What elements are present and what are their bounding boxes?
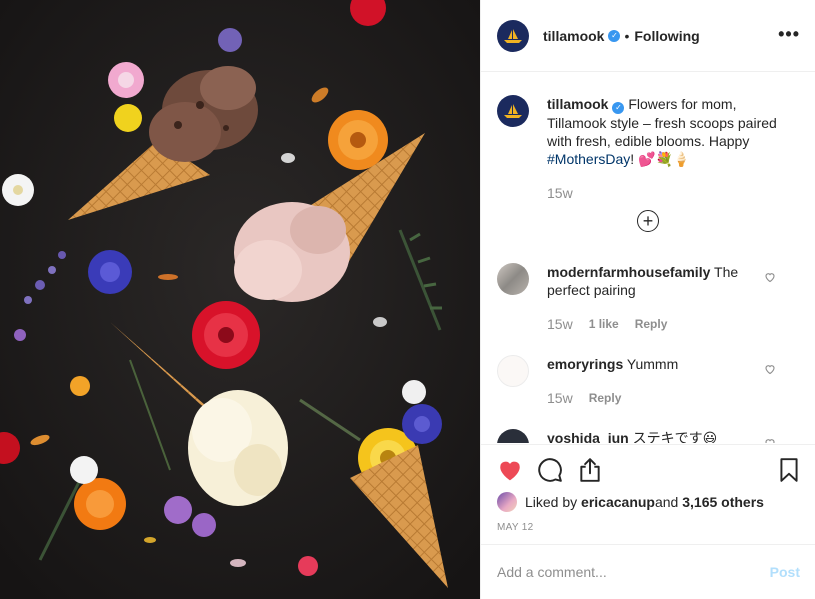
comments-list[interactable]: tillamook ✓ Flowers for mom, Tillamook st… bbox=[481, 73, 815, 443]
comment-item: modernfarmhousefamily The perfect pairin… bbox=[497, 263, 800, 333]
caption-username[interactable]: tillamook bbox=[547, 96, 608, 112]
tillamook-logo-icon bbox=[504, 104, 522, 118]
heart-icon[interactable] bbox=[764, 271, 776, 283]
verified-badge-icon: ✓ bbox=[612, 102, 625, 114]
comment-meta: 15w 1 like Reply bbox=[547, 315, 767, 333]
comment-body: yoshida_jun ステキです😃 bbox=[547, 429, 767, 443]
caption-author-avatar[interactable] bbox=[497, 95, 529, 127]
instagram-post-modal: tillamook ✓ • Following ••• tillamook ✓ F… bbox=[0, 0, 815, 599]
caption-body: tillamook ✓ Flowers for mom, Tillamook st… bbox=[547, 95, 799, 202]
heart-icon[interactable] bbox=[764, 437, 776, 443]
commenter-avatar[interactable] bbox=[497, 263, 529, 295]
comment-body: modernfarmhousefamily The perfect pairin… bbox=[547, 263, 767, 333]
comment-username[interactable]: modernfarmhousefamily bbox=[547, 264, 710, 280]
author-avatar[interactable] bbox=[497, 19, 529, 52]
liker-avatar[interactable] bbox=[497, 492, 517, 512]
comment-text: Yummm bbox=[623, 356, 679, 372]
author-username[interactable]: tillamook bbox=[543, 28, 604, 44]
comment-text: ステキです😃 bbox=[628, 430, 718, 443]
heart-icon[interactable] bbox=[497, 457, 523, 483]
separator-dot: • bbox=[624, 27, 630, 44]
following-button[interactable]: Following bbox=[634, 28, 699, 44]
add-circle-icon[interactable]: + bbox=[637, 210, 659, 232]
likes-others-link[interactable]: 3,165 others bbox=[682, 494, 764, 510]
comment-username[interactable]: yoshida_jun bbox=[547, 430, 629, 443]
caption-text-end: ! 💕💐🍦 bbox=[630, 151, 691, 167]
more-options-icon[interactable]: ••• bbox=[778, 24, 800, 45]
reply-button[interactable]: Reply bbox=[635, 315, 668, 333]
heart-icon[interactable] bbox=[764, 363, 776, 375]
commenter-avatar[interactable] bbox=[497, 429, 529, 443]
comment-item: emoryrings Yummm 15w Reply bbox=[497, 355, 800, 407]
tillamook-logo-icon bbox=[504, 28, 522, 43]
comment-icon[interactable] bbox=[537, 457, 563, 483]
add-comment-bar: Post bbox=[481, 544, 815, 599]
comment-meta: 15w Reply bbox=[547, 389, 767, 407]
add-comment-input[interactable] bbox=[497, 564, 770, 580]
post-header: tillamook ✓ • Following ••• bbox=[481, 0, 815, 72]
hashtag-link[interactable]: #MothersDay bbox=[547, 151, 630, 167]
reply-button[interactable]: Reply bbox=[589, 389, 622, 407]
commenter-avatar[interactable] bbox=[497, 355, 529, 387]
comment-time[interactable]: 15w bbox=[547, 389, 573, 407]
liked-by-user[interactable]: ericacanup bbox=[581, 494, 655, 510]
share-icon[interactable] bbox=[577, 457, 603, 483]
comment-username[interactable]: emoryrings bbox=[547, 356, 623, 372]
verified-badge-icon: ✓ bbox=[608, 29, 621, 42]
caption: tillamook ✓ Flowers for mom, Tillamook st… bbox=[497, 95, 800, 202]
post-comment-button[interactable]: Post bbox=[770, 564, 800, 580]
bookmark-icon[interactable] bbox=[776, 457, 802, 483]
post-photo-artwork bbox=[0, 0, 480, 599]
comment-time[interactable]: 15w bbox=[547, 315, 573, 333]
post-photo[interactable] bbox=[0, 0, 480, 599]
liked-by-mid: and bbox=[654, 494, 679, 510]
comment-body: emoryrings Yummm 15w Reply bbox=[547, 355, 767, 407]
comment-likes[interactable]: 1 like bbox=[589, 315, 619, 333]
liked-by-prefix: Liked by bbox=[525, 494, 578, 510]
post-side-panel: tillamook ✓ • Following ••• tillamook ✓ F… bbox=[480, 0, 815, 599]
post-date[interactable]: MAY 12 bbox=[497, 522, 533, 533]
likes-summary: Liked by ericacanup and 3,165 others bbox=[497, 492, 764, 512]
caption-time[interactable]: 15w bbox=[547, 184, 799, 202]
comment-item: yoshida_jun ステキです😃 bbox=[497, 429, 800, 443]
